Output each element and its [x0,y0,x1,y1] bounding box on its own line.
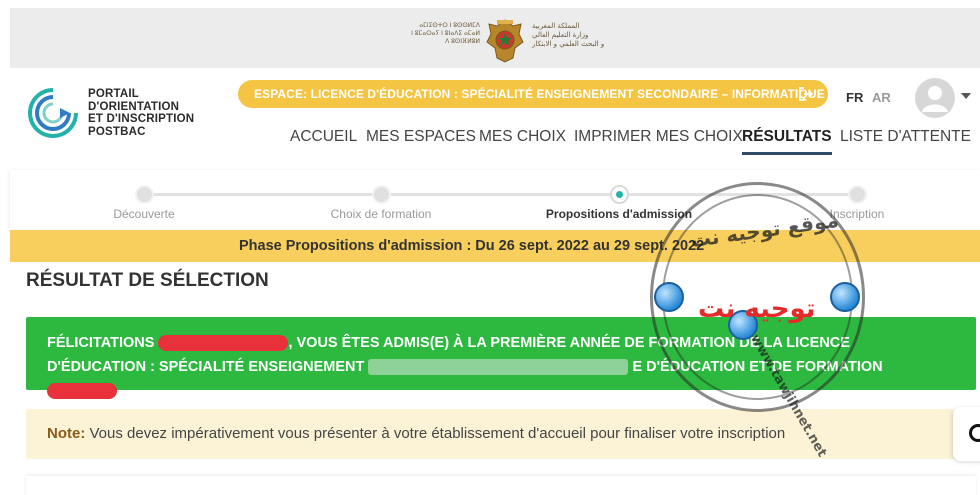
redacted-speciality [368,359,629,376]
language-ar[interactable]: AR [872,90,891,105]
note-label: Note: [47,425,86,442]
note-text: Vous devez impérativement vous présenter… [85,425,786,442]
logout-icon[interactable] [798,86,814,102]
chat-icon [969,424,980,442]
success-line2-prefix: D'ÉDUCATION : SPÉCIALITÉ ENSEIGNEMENT [47,359,365,375]
ministry-name-tifinagh: ⴰⵎⵏⵉⵙⵜⵔ ⵏ ⵓⵙⵙⵍⵎⴷ ⵏ ⵓⵎⴰⵔⴰⵢ ⵏ ⵓⵏⴰⴷⵉ ⴰⵎⴰⵍ ⴷ… [411,22,480,45]
next-section-card [26,476,976,495]
current-space-banner[interactable]: ESPACE: LICENCE D'ÉDUCATION : SPÉCIALITÉ… [238,80,828,108]
caret-down-icon[interactable] [961,93,971,99]
admission-success-message: FÉLICITATIONS , VOUS ÊTES ADMIS(E) À LA … [26,317,976,400]
watermark-ball-icon [830,282,860,312]
nav-mes-espaces[interactable]: MES ESPACES [366,128,476,146]
success-line1-prefix: FÉLICITATIONS [47,335,155,351]
language-fr[interactable]: FR [846,90,863,105]
step-label-choix: Choix de formation [330,207,432,221]
nav-imprimer-mes-choix[interactable]: IMPRIMER MES CHOIX [574,128,743,146]
chat-widget-button[interactable] [953,407,980,461]
phase-banner: Phase Propositions d'admission : Du 26 s… [10,230,980,262]
step-label-propositions: Propositions d'admission [545,207,693,221]
main-nav: ACCUEIL MES ESPACES MES CHOIX IMPRIMER M… [0,128,980,155]
user-avatar-icon[interactable] [915,78,955,118]
step-dot-inscription [848,185,867,204]
ministry-name-arabic: المملكة المغربية وزارة التعليم العالي و … [532,22,605,48]
coat-of-arms-icon [486,19,524,63]
ministry-header: ⴰⵎⵏⵉⵙⵜⵔ ⵏ ⵓⵙⵙⵍⵎⴷ ⵏ ⵓⵎⴰⵔⴰⵢ ⵏ ⵓⵏⴰⴷⵉ ⴰⵎⴰⵍ ⴷ… [10,8,980,68]
result-title: RÉSULTAT DE SÉLECTION [26,270,269,291]
step-dot-decouverte [135,185,154,204]
success-line2: D'ÉDUCATION : SPÉCIALITÉ ENSEIGNEMENT E … [47,355,956,403]
inscription-note: Note: Vous devez impérativement vous pré… [26,409,954,459]
step-dot-propositions [610,185,629,204]
watermark-ball-icon [654,282,684,312]
user-silhouette-icon [922,86,948,112]
nav-liste-d-attente[interactable]: LISTE D'ATTENTE [840,128,971,146]
step-label-inscription: Inscription [829,207,885,221]
step-dot-choix [372,185,391,204]
progress-stepper: Découverte Choix de formation Propositio… [10,170,980,230]
redacted-name [158,335,289,352]
stepper-track [145,193,860,196]
nav-accueil[interactable]: ACCUEIL [290,128,357,146]
ministry-branding: ⴰⵎⵏⵉⵙⵜⵔ ⵏ ⵓⵙⵙⵍⵎⴷ ⵏ ⵓⵎⴰⵔⴰⵢ ⵏ ⵓⵏⴰⴷⵉ ⴰⵎⴰⵍ ⴷ… [390,18,620,64]
success-line2-suffix: E D'ÉDUCATION ET DE FORMATION [632,359,883,375]
success-line1-suffix: , VOUS ÊTES ADMIS(E) À LA PREMIÈRE ANNÉE… [288,335,850,351]
nav-resultats[interactable]: RÉSULTATS [742,128,832,155]
nav-mes-choix[interactable]: MES CHOIX [479,128,566,146]
step-label-decouverte: Découverte [113,207,175,221]
current-space-label: ESPACE: LICENCE D'ÉDUCATION : SPÉCIALITÉ… [254,87,825,101]
redacted-establishment [47,383,117,400]
